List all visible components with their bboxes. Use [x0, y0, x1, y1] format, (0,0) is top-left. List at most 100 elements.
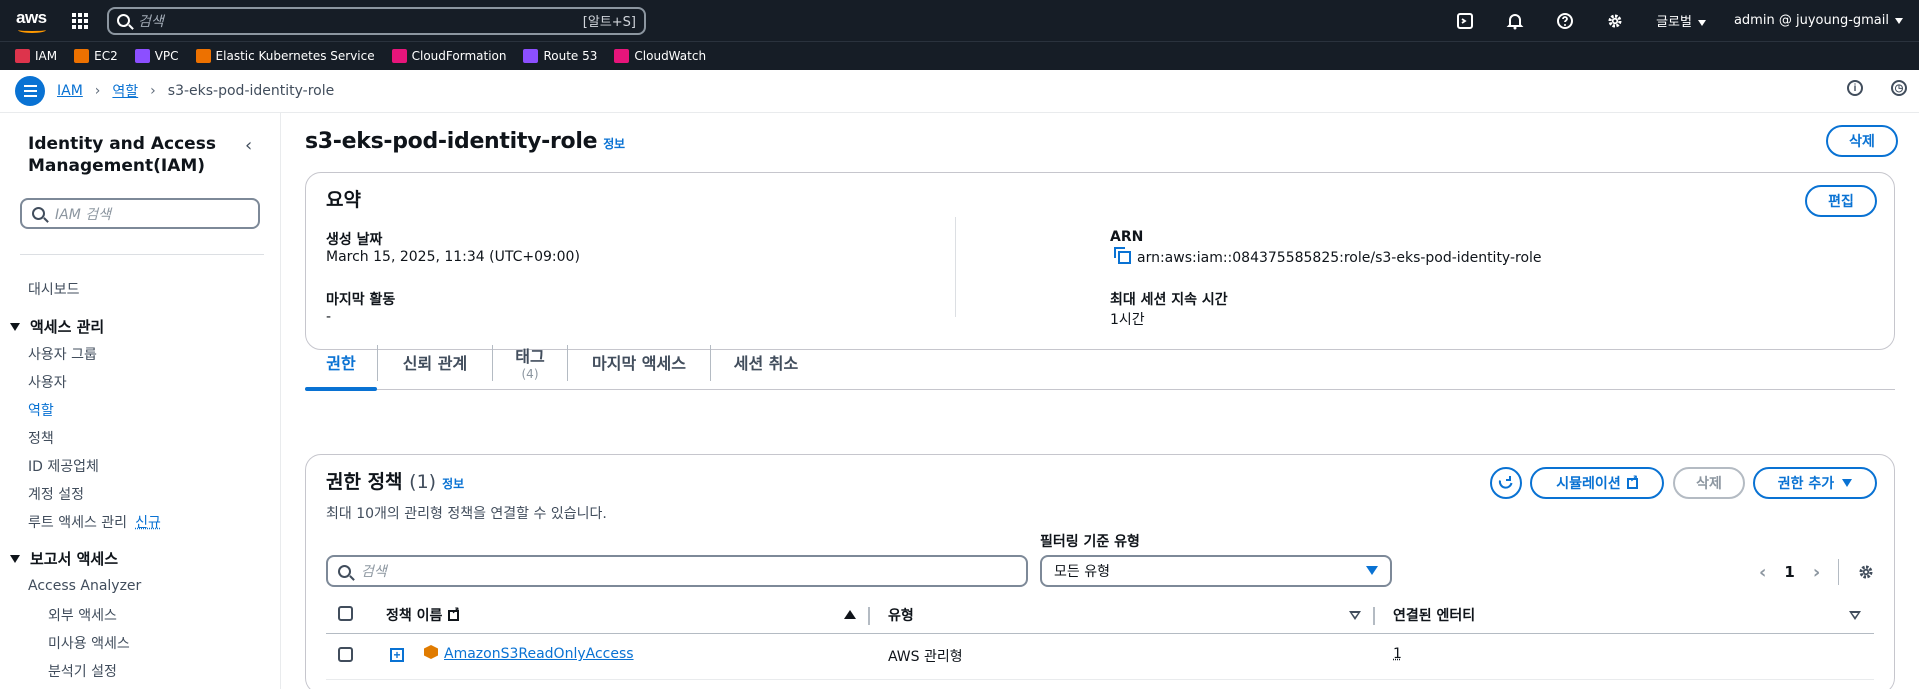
settings-gear-icon[interactable]: [1606, 12, 1624, 30]
row-divider: [326, 679, 1874, 680]
column-policy-name[interactable]: 정책 이름: [386, 605, 460, 625]
column-attached-entities[interactable]: 연결된 엔터티: [1393, 605, 1475, 625]
summary-card: 요약 편집 생성 날짜 March 15, 2025, 11:34 (UTC+0…: [305, 172, 1895, 350]
sidebar-title: Identity and Access Management(IAM): [28, 134, 216, 176]
sidebar-item-analyzer-settings[interactable]: 분석기 설정: [48, 661, 117, 681]
services-menu-icon[interactable]: [72, 12, 88, 29]
pagination: ‹ 1 ›: [1759, 559, 1875, 585]
column-separator: [1373, 607, 1375, 625]
caret-down-icon: [1842, 479, 1853, 487]
favorite-vpc[interactable]: VPC: [134, 49, 179, 63]
table-settings-gear-icon[interactable]: [1857, 563, 1875, 581]
breadcrumb-roles[interactable]: 역할: [112, 81, 138, 101]
breadcrumb-bar: IAM › 역할 › s3-eks-pod-identity-role i ◷: [0, 70, 1919, 113]
expand-triangle-icon: [10, 554, 20, 563]
sidebar-item-user-groups[interactable]: 사용자 그룹: [28, 344, 97, 364]
created-label: 생성 날짜: [326, 232, 383, 248]
attached-entities-count[interactable]: 1: [1393, 646, 1402, 662]
favorite-route53[interactable]: Route 53: [523, 49, 597, 63]
notifications-bell-icon[interactable]: [1506, 12, 1524, 30]
sidebar-search-input[interactable]: IAM 검색: [20, 198, 260, 229]
sidebar-item-policies[interactable]: 정책: [28, 428, 54, 448]
chevron-right-icon: ›: [94, 83, 101, 99]
sidebar-section-access-management[interactable]: 액세스 관리: [10, 316, 104, 337]
sort-icon[interactable]: [1849, 611, 1861, 620]
sidebar-item-external-access[interactable]: 외부 액세스: [48, 605, 117, 625]
tab-tags[interactable]: 태그 (4): [493, 333, 567, 390]
add-permissions-button[interactable]: 권한 추가: [1753, 467, 1877, 499]
created-value: March 15, 2025, 11:34 (UTC+09:00): [326, 249, 580, 265]
copy-icon[interactable]: [1114, 247, 1131, 264]
feedback-clock-icon[interactable]: ◷: [1891, 80, 1907, 96]
external-link-icon: [448, 606, 460, 621]
info-link[interactable]: 정보: [442, 477, 464, 491]
help-icon[interactable]: [1556, 12, 1574, 30]
simulate-button[interactable]: 시뮬레이션: [1530, 467, 1664, 499]
favorite-cloudformation[interactable]: CloudFormation: [391, 49, 506, 63]
tab-last-accessed[interactable]: 마지막 액세스: [568, 333, 710, 390]
max-session-label: 최대 세션 지속 시간: [1110, 292, 1228, 308]
edit-button[interactable]: 편집: [1805, 185, 1877, 217]
breadcrumb-current: s3-eks-pod-identity-role: [167, 83, 335, 99]
global-search-input[interactable]: 검색 [알트+S]: [107, 6, 646, 35]
sidebar-item-account-settings[interactable]: 계정 설정: [28, 484, 84, 504]
main-content: s3-eks-pod-identity-role 정보 삭제 요약 편집 생성 날…: [281, 113, 1919, 689]
collapse-sidebar-icon[interactable]: ‹: [245, 135, 252, 156]
sidebar-item-dashboard[interactable]: 대시보드: [28, 279, 80, 299]
favorite-ec2[interactable]: EC2: [74, 49, 118, 63]
region-selector[interactable]: 글로벌: [1656, 11, 1706, 30]
filter-type-select[interactable]: 모든 유형: [1040, 555, 1392, 587]
expand-row-icon[interactable]: +: [390, 648, 404, 662]
sidebar-section-reports[interactable]: 보고서 액세스: [10, 548, 118, 569]
expand-triangle-icon: [10, 322, 20, 331]
row-checkbox[interactable]: [338, 647, 353, 662]
tab-revoke-sessions[interactable]: 세션 취소: [711, 333, 821, 390]
sidebar-item-identity-providers[interactable]: ID 제공업체: [28, 456, 99, 476]
cloudshell-icon[interactable]: [1456, 12, 1474, 30]
breadcrumb-iam[interactable]: IAM: [57, 83, 83, 99]
search-shortcut: [알트+S]: [582, 15, 636, 30]
info-panel-icon[interactable]: i: [1847, 80, 1863, 96]
select-all-checkbox[interactable]: [338, 606, 353, 621]
iam-service-icon: [15, 49, 30, 63]
header-divider: [326, 633, 1874, 634]
vpc-service-icon: [134, 49, 150, 63]
remove-policy-button[interactable]: 삭제: [1673, 467, 1745, 499]
divider: [1838, 559, 1840, 585]
search-icon: [32, 207, 45, 220]
refresh-icon[interactable]: [1490, 467, 1522, 499]
aws-logo[interactable]: aws: [16, 8, 50, 34]
summary-title: 요약: [326, 189, 361, 211]
arn-value: arn:aws:iam::084375585825:role/s3-eks-po…: [1114, 247, 1542, 266]
info-link[interactable]: 정보: [603, 137, 625, 151]
sidebar-item-root-access[interactable]: 루트 액세스 관리 신규: [28, 512, 161, 532]
menu-toggle-icon[interactable]: [15, 76, 45, 106]
favorite-eks[interactable]: Elastic Kubernetes Service: [195, 49, 375, 63]
sort-icon[interactable]: [1349, 611, 1361, 620]
tab-trust-relationships[interactable]: 신뢰 관계: [378, 333, 492, 390]
sidebar-item-users[interactable]: 사용자: [28, 372, 67, 392]
chevron-right-icon[interactable]: ›: [1813, 562, 1820, 583]
policy-search-input[interactable]: 검색: [326, 555, 1028, 587]
chevron-left-icon[interactable]: ‹: [1759, 562, 1766, 583]
sidebar-item-unused-access[interactable]: 미사용 액세스: [48, 633, 130, 653]
dropdown-caret-icon: [1366, 566, 1378, 575]
favorite-iam[interactable]: IAM: [15, 49, 57, 63]
permissions-subtitle: 최대 10개의 관리형 정책을 연결할 수 있습니다.: [326, 506, 607, 522]
sort-ascending-icon[interactable]: [844, 610, 856, 619]
max-session-value: 1시간: [1110, 312, 1145, 328]
tab-permissions[interactable]: 권한: [305, 333, 377, 391]
favorite-cloudwatch[interactable]: CloudWatch: [614, 49, 706, 63]
account-menu[interactable]: admin @ juyoung-gmail: [1734, 13, 1903, 28]
page-title: s3-eks-pod-identity-role 정보: [305, 129, 625, 154]
column-type[interactable]: 유형: [888, 605, 914, 625]
sidebar-item-roles[interactable]: 역할: [28, 400, 54, 420]
caret-down-icon: [1895, 17, 1903, 24]
delete-role-button[interactable]: 삭제: [1826, 125, 1898, 157]
breadcrumb: IAM › 역할 › s3-eks-pod-identity-role: [57, 81, 334, 101]
sidebar-item-access-analyzer[interactable]: Access Analyzer: [28, 578, 141, 594]
current-page[interactable]: 1: [1784, 563, 1794, 581]
route53-service-icon: [523, 49, 539, 63]
policy-link[interactable]: AmazonS3ReadOnlyAccess: [444, 646, 634, 662]
caret-down-icon: [1697, 19, 1706, 26]
